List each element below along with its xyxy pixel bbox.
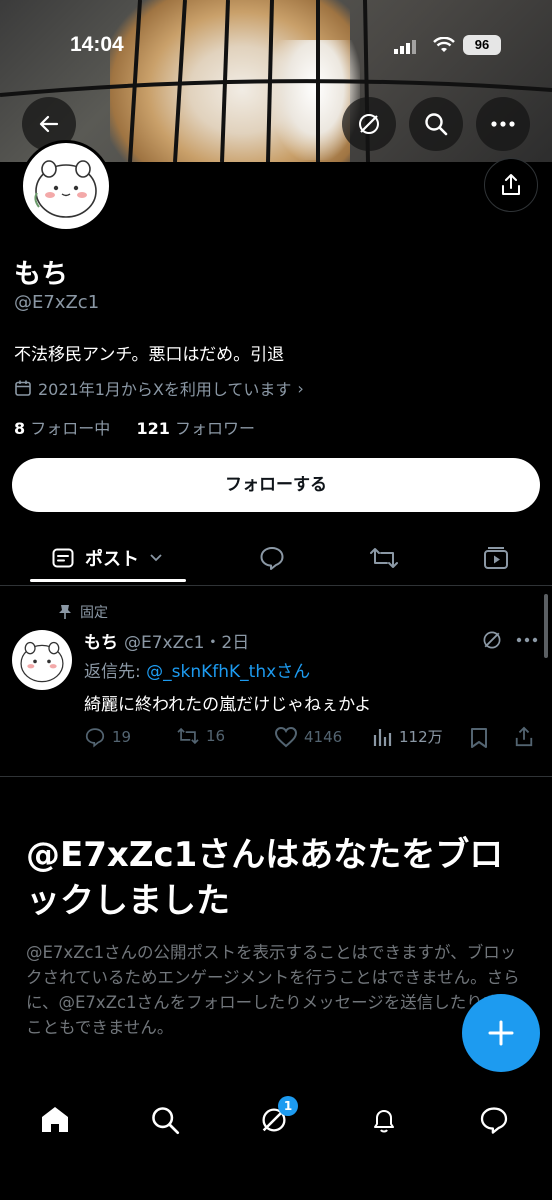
- tab-media[interactable]: [474, 530, 518, 586]
- message-icon: [480, 1107, 508, 1134]
- tab-posts[interactable]: ポスト: [28, 530, 186, 586]
- speech-bubble-icon: [260, 547, 284, 570]
- bottom-navigation: 1: [0, 1080, 552, 1200]
- views-action[interactable]: 112万: [373, 726, 443, 747]
- compose-post-button[interactable]: [462, 994, 540, 1072]
- following-link[interactable]: 8 フォロー中: [14, 419, 110, 438]
- profile-avatar[interactable]: [20, 140, 112, 232]
- profile-banner[interactable]: [0, 0, 552, 162]
- profile-handle: @E7xZc1: [14, 292, 100, 313]
- wifi-icon: [433, 37, 455, 52]
- bell-icon: [374, 1110, 394, 1133]
- tab-posts-label: ポスト: [85, 549, 139, 570]
- active-tab-indicator: [30, 579, 186, 582]
- notification-badge: 1: [278, 1096, 298, 1116]
- post-actions: 19 16 4146 112万: [84, 726, 544, 752]
- grok-icon[interactable]: [481, 629, 503, 651]
- pinned-indicator: 固定: [58, 602, 108, 622]
- battery-indicator: 96: [463, 35, 501, 55]
- scrollbar[interactable]: [544, 594, 548, 658]
- pinned-label: 固定: [80, 605, 108, 621]
- nav-home[interactable]: [35, 1100, 75, 1140]
- more-horizontal-icon: [491, 121, 515, 127]
- avatar-character-icon: [20, 641, 64, 683]
- repost-action[interactable]: 16: [176, 726, 225, 746]
- profile-joined-date[interactable]: 2021年1月からXを利用しています ›: [14, 376, 304, 400]
- nav-messages[interactable]: [474, 1100, 514, 1140]
- repost-count: 16: [206, 727, 226, 745]
- share-icon[interactable]: [514, 726, 534, 748]
- reply-action[interactable]: 19: [84, 726, 131, 748]
- like-count: 4146: [304, 728, 343, 746]
- reply-suffix: さん: [276, 662, 311, 682]
- search-icon: [152, 1107, 180, 1135]
- post-author-name[interactable]: もち: [84, 628, 118, 653]
- blocked-title: @E7xZc1さんはあなたをブロックしました: [26, 835, 504, 921]
- nav-search[interactable]: [145, 1100, 185, 1140]
- post-list-icon: [52, 548, 74, 568]
- nav-grok[interactable]: 1: [254, 1096, 298, 1140]
- chevron-right-icon: ›: [297, 378, 304, 398]
- heart-icon: [274, 726, 298, 748]
- tab-reposts[interactable]: [362, 530, 406, 586]
- reply-count: 19: [112, 728, 132, 746]
- like-action[interactable]: 4146: [274, 726, 342, 748]
- post-more-icon[interactable]: [516, 637, 538, 643]
- repost-icon: [177, 727, 199, 745]
- plus-icon: [488, 1020, 514, 1046]
- share-icon: [502, 174, 520, 195]
- status-time: 14:04: [70, 33, 124, 56]
- bar-chart-icon: [373, 728, 392, 746]
- profile-name: もち: [14, 259, 68, 290]
- share-profile-button[interactable]: [484, 158, 538, 212]
- search-icon: [425, 113, 448, 136]
- tab-replies[interactable]: [250, 530, 294, 586]
- pin-icon: [59, 605, 71, 619]
- more-button[interactable]: [476, 97, 530, 151]
- banner-cage-bars: [0, 0, 552, 162]
- repost-icon: [370, 548, 398, 568]
- nav-notifications[interactable]: [364, 1100, 404, 1140]
- followers-label: フォロワー: [174, 419, 255, 438]
- profile-bio: 不法移民アンチ。悪口はだめ。引退: [14, 345, 285, 365]
- video-play-icon: [484, 547, 508, 569]
- chevron-down-icon: [150, 554, 162, 562]
- post-author-avatar[interactable]: [12, 630, 72, 690]
- divider: [0, 776, 552, 777]
- followers-count: 121: [136, 419, 170, 438]
- reply-icon: [85, 728, 105, 748]
- followers-link[interactable]: 121 フォロワー: [136, 419, 255, 438]
- grok-button[interactable]: [342, 97, 396, 151]
- profile-tabs: ポスト: [0, 530, 552, 586]
- post-text: 綺麗に終われたの嵐だけじゃねぇかよ: [84, 695, 372, 715]
- profile-stats: 8 フォロー中 121 フォロワー: [14, 415, 255, 439]
- calendar-icon: [15, 380, 31, 396]
- search-button[interactable]: [409, 97, 463, 151]
- following-count: 8: [14, 419, 26, 438]
- bookmark-icon[interactable]: [470, 727, 488, 749]
- following-label: フォロー中: [30, 419, 111, 438]
- arrow-left-icon: [39, 115, 59, 133]
- reply-to-line: 返信先: @_sknKfhK_thxさん: [84, 657, 310, 682]
- home-icon: [42, 1107, 68, 1132]
- avatar-character-icon: [34, 160, 97, 218]
- follow-button[interactable]: フォローする: [12, 458, 540, 512]
- blocked-description: @E7xZc1さんの公開ポストを表示することはできますが、ブロックされているため…: [26, 943, 520, 1037]
- status-bar: 14:04 96: [0, 28, 552, 62]
- cellular-signal-icon: [394, 40, 416, 54]
- reply-mention[interactable]: @_sknKfhK_thx: [146, 662, 276, 682]
- post-header: もち @E7xZc1・2日: [84, 628, 249, 653]
- reply-prefix: 返信先:: [84, 662, 147, 682]
- joined-text: 2021年1月からXを利用しています: [38, 380, 292, 399]
- grok-icon: [359, 114, 379, 134]
- views-count: 112万: [399, 728, 443, 746]
- post-author-meta[interactable]: @E7xZc1・2日: [124, 628, 249, 653]
